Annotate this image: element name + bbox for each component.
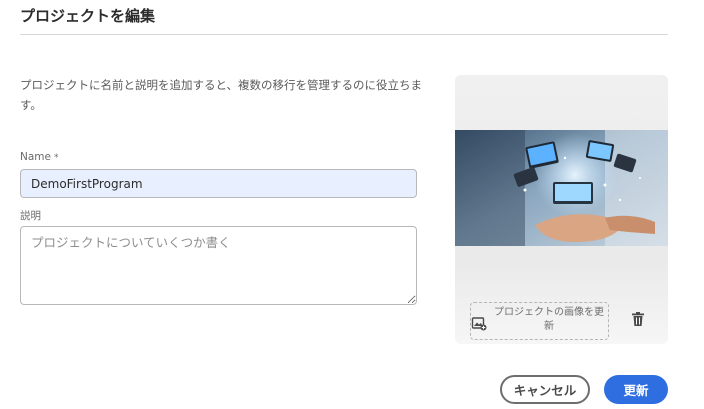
edit-project-dialog: プロジェクトを編集 プロジェクトに名前と説明を追加すると、複数の移行を管理するの… (0, 0, 704, 409)
description-textarea[interactable] (20, 226, 417, 305)
description-label: 説明 (20, 210, 41, 222)
change-image-label: プロジェクトの画像を更新 (494, 307, 604, 332)
change-image-button[interactable]: プロジェクトの画像を更新 (470, 302, 609, 340)
project-thumbnail-image (455, 130, 668, 246)
cancel-button[interactable]: キャンセル (500, 375, 590, 404)
dialog-description: プロジェクトに名前と説明を追加すると、複数の移行を管理するのに役立ちます。 (20, 78, 423, 112)
title-divider (20, 34, 668, 35)
required-marker: * (53, 153, 59, 163)
dialog-title: プロジェクトを編集 (20, 7, 156, 25)
update-button[interactable]: 更新 (604, 375, 668, 404)
image-add-icon (471, 317, 487, 331)
name-input[interactable] (20, 169, 417, 198)
name-label: Name * (20, 151, 58, 163)
name-label-text: Name (20, 151, 51, 163)
trash-icon[interactable] (630, 311, 646, 327)
